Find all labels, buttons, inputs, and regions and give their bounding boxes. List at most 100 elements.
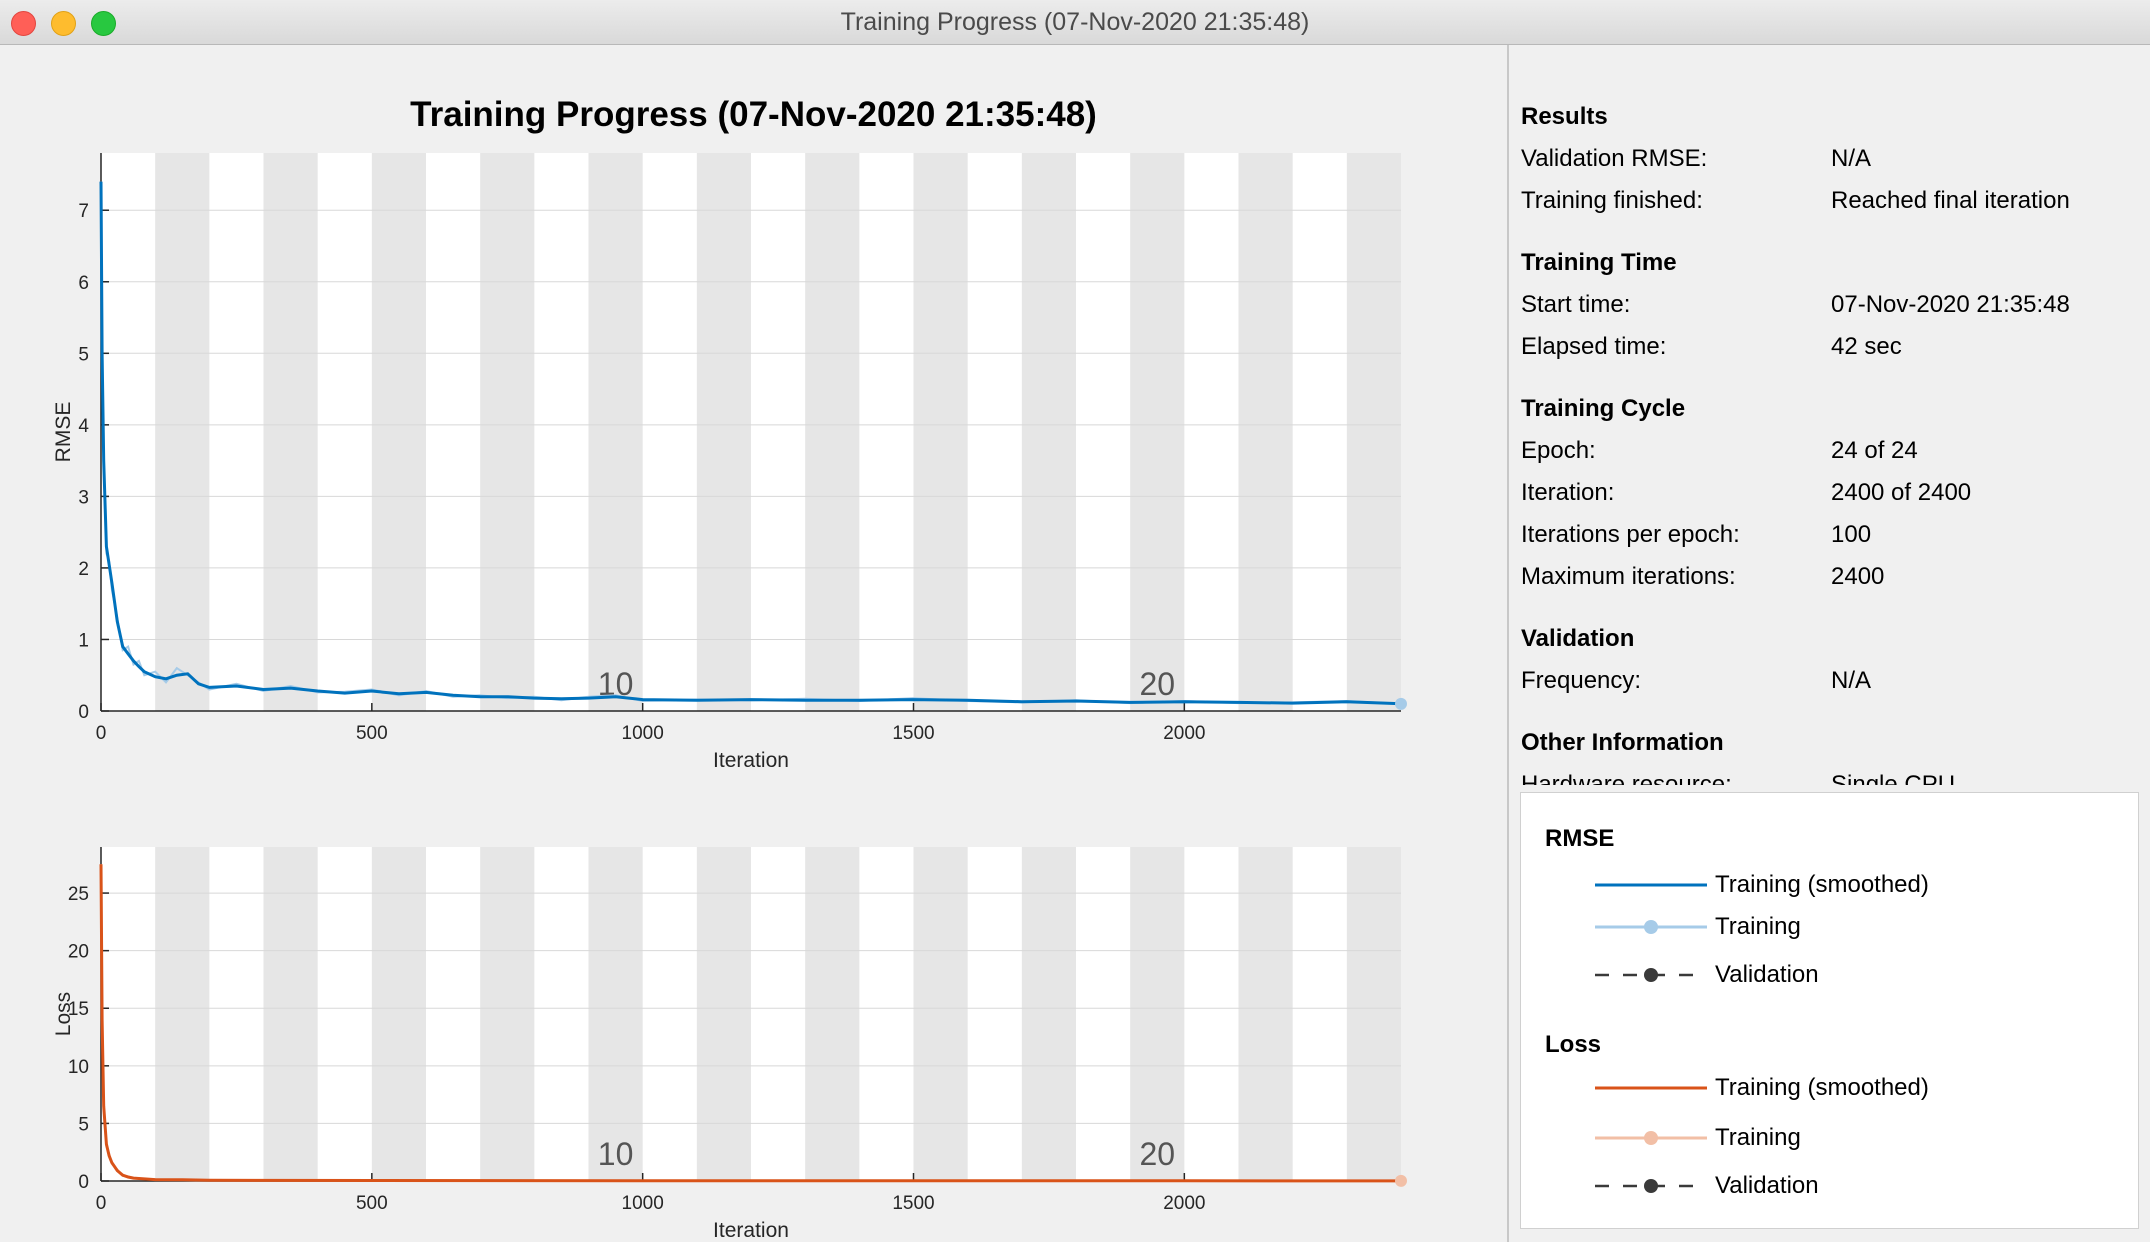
loss-epoch-band [1238,847,1293,1181]
rmse-y-tick-label: 5 [78,344,89,365]
rmse-epoch-band [1021,153,1076,711]
rmse-y-tick-label: 4 [78,416,89,437]
maximum-iterations-value: 2400 [1831,563,1885,590]
loss-y-tick-label: 10 [68,1057,89,1078]
rmse-x-tick-label: 2000 [1163,723,1205,744]
epoch-label: Epoch: [1521,437,1596,464]
loss-epoch-band [263,847,318,1181]
loss-x-tick-label: 1000 [622,1193,664,1214]
rmse-y-tick-label: 6 [78,273,89,294]
loss-x-tick-label: 500 [356,1193,388,1214]
loss-epoch-label: 20 [1139,1136,1175,1172]
loss-y-axis-label: Loss [52,992,75,1036]
iteration-label: Iteration: [1521,479,1615,506]
rmse-x-tick-label: 1500 [892,723,934,744]
plot-area: Training Progress (07-Nov-2020 21:35:48)… [0,45,1507,1242]
rmse-validation-label: Validation [1715,961,1819,988]
loss-training-label: Training [1715,1124,1801,1151]
epoch-value: 24 of 24 [1831,437,1918,464]
training-progress-charts: 012345670 500 1000 1500 2000IterationRMSE10 2… [52,153,1407,1242]
loss-smoothed-swatch [1595,1086,1707,1090]
loss-epoch-band [1346,847,1401,1181]
loss-y-tick-label: 5 [78,1114,89,1135]
rmse-training-label: Training [1715,913,1801,940]
rmse-y-tick-label: 2 [78,559,89,580]
rmse-x-tick-label: 0 [96,723,107,744]
rmse-smoothed-label: Training (smoothed) [1715,871,1929,898]
validation-heading: Validation [1521,625,1635,652]
loss-epoch-band [1021,847,1076,1181]
rmse-y-axis-label: RMSE [52,402,75,463]
iteration-value: 2400 of 2400 [1831,479,1972,506]
window-title: Training Progress (07-Nov-2020 21:35:48) [840,8,1310,36]
frequency-value: N/A [1831,667,1872,694]
loss-epoch-band [913,847,968,1181]
rmse-y-tick-label: 0 [78,702,89,723]
loss-smoothed-label: Training (smoothed) [1715,1074,1929,1101]
rmse-final-point [1395,697,1407,710]
loss-y-tick-label: 0 [78,1172,89,1193]
loss-epoch-band [371,847,426,1181]
validation-rmse-label: Validation RMSE: [1521,145,1708,172]
rmse-epoch-band [805,153,860,711]
training-finished-label: Training finished: [1521,187,1703,214]
rmse-epoch-band [155,153,210,711]
iterations-per-epoch-label: Iterations per epoch: [1521,521,1740,548]
training-time-heading: Training Time [1521,249,1677,276]
legend-rmse-heading: RMSE [1545,825,1615,852]
window-titlebar: Training Progress (07-Nov-2020 21:35:48) [0,0,2150,45]
rmse-y-tick-label: 3 [78,487,89,508]
rmse-epoch-band [913,153,968,711]
loss-x-axis-label: Iteration [713,1219,789,1242]
loss-epoch-band [696,847,751,1181]
loss-epoch-band [480,847,535,1181]
rmse-epoch-band [371,153,426,711]
loss-y-tick-label: 20 [68,942,89,963]
rmse-y-tick-label: 1 [78,630,89,651]
rmse-epoch-band [588,153,643,711]
rmse-y-tick-label: 7 [78,201,89,222]
loss-validation-swatch [1595,1179,1707,1193]
rmse-epoch-band [1130,153,1185,711]
maximum-iterations-label: Maximum iterations: [1521,563,1736,590]
rmse-epoch-band [1346,153,1401,711]
loss-x-tick-label: 0 [96,1193,107,1214]
start-time-label: Start time: [1521,291,1631,318]
loss-epoch-label: 10 [598,1136,634,1172]
legend-loss-heading: Loss [1545,1031,1602,1058]
rmse-epoch-band [480,153,535,711]
rmse-epoch-band [1238,153,1293,711]
loss-final-point [1395,1174,1407,1187]
loss-y-tick-label: 25 [68,884,89,905]
loss-validation-label: Validation [1715,1172,1819,1199]
iterations-per-epoch-value: 100 [1831,521,1872,548]
rmse-epoch-band [263,153,318,711]
loss-x-tick-label: 1500 [892,1193,934,1214]
results-heading: Results [1521,103,1608,130]
rmse-x-tick-label: 500 [356,723,388,744]
elapsed-time-value: 42 sec [1831,333,1902,360]
training-cycle-heading: Training Cycle [1521,395,1686,422]
hardware-resource-value: Single CPU [1831,771,1956,785]
validation-rmse-value: N/A [1831,145,1872,172]
rmse-epoch-band [696,153,751,711]
loss-epoch-band [155,847,210,1181]
loss-training-swatch [1595,1131,1707,1145]
loss-epoch-band [588,847,643,1181]
rmse-smoothed-swatch [1595,883,1707,887]
frequency-label: Frequency: [1521,667,1642,694]
legend-panel: RMSE Training (smoothed) Training Valida… [1520,792,2139,1229]
training-finished-value: Reached final iteration [1831,187,2070,214]
loss-epoch-band [805,847,860,1181]
rmse-training-swatch [1595,920,1707,934]
loss-epoch-band [1130,847,1185,1181]
elapsed-time-label: Elapsed time: [1521,333,1667,360]
other-information-heading: Other Information [1521,729,1724,756]
hardware-resource-label: Hardware resource: [1521,771,1732,785]
rmse-epoch-label: 20 [1139,666,1175,702]
start-time-value: 07-Nov-2020 21:35:48 [1831,291,2070,318]
loss-x-tick-label: 2000 [1163,1193,1205,1214]
rmse-validation-swatch [1595,968,1707,982]
training-info-panel: Results Validation RMSE: N/A Training fi… [1509,45,2150,785]
rmse-x-axis-label: Iteration [713,749,789,772]
